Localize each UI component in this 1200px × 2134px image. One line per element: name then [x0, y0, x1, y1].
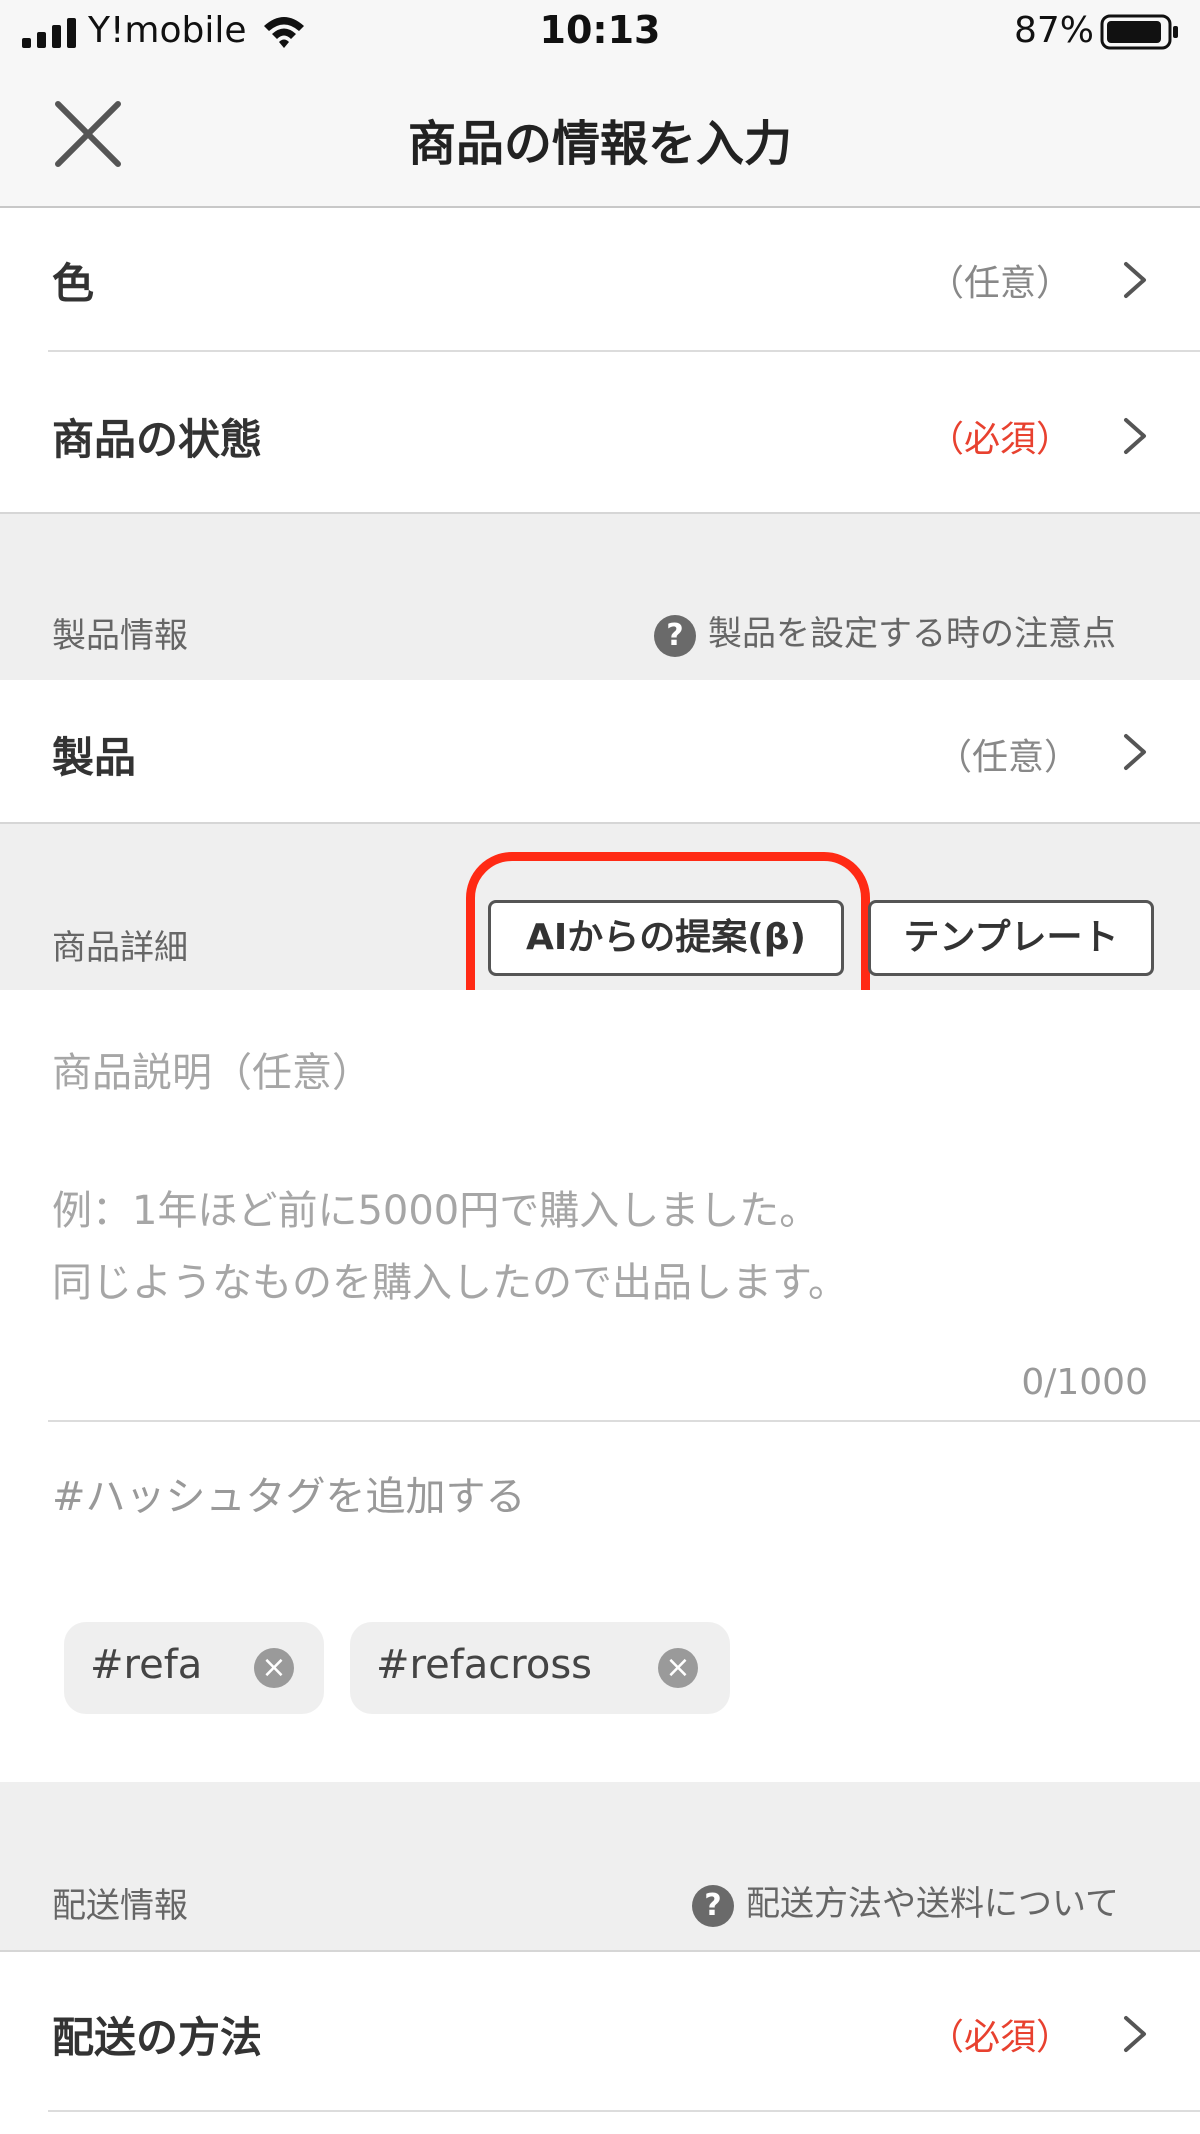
description-placeholder-line1: 例：1年ほど前に5000円で購入しました。 [52, 1188, 820, 1234]
divider [48, 2110, 1200, 2112]
required-hint: （必須） [928, 419, 1073, 460]
battery-icon [1100, 14, 1178, 50]
description-area[interactable]: 商品説明（任意） 例：1年ほど前に5000円で購入しました。 同じようなものを購… [0, 990, 1200, 1420]
page-title: 商品の情報を入力 [407, 116, 792, 172]
product-label: 製品 [52, 733, 137, 782]
description-label: 商品説明（任意） [52, 1050, 372, 1096]
hashtag-text: #refa [90, 1642, 203, 1688]
description-placeholder-line2: 同じようなものを購入したので出品します。 [52, 1260, 848, 1306]
condition-row[interactable]: 商品の状態 （必須） [0, 352, 1200, 510]
product-detail-label: 商品詳細 [52, 928, 188, 968]
ai-suggestion-button[interactable]: AIからの提案(β) [488, 900, 844, 976]
hashtag-prompt[interactable]: #ハッシュタグを追加する [52, 1464, 526, 1522]
condition-label: 商品の状態 [52, 415, 263, 464]
shipping-help-link[interactable]: ? 配送方法や送料について [692, 1876, 1119, 1927]
product-help-link[interactable]: ? 製品を設定する時の注意点 [654, 606, 1116, 657]
chevron-right-icon [1124, 418, 1146, 454]
shipping-method-label: 配送の方法 [52, 2013, 263, 2062]
nav-bar: 商品の情報を入力 [0, 64, 1200, 208]
optional-hint: （任意） [936, 737, 1081, 778]
color-row[interactable]: 色 （任意） [0, 208, 1200, 350]
char-counter: 0/1000 [1021, 1362, 1148, 1403]
battery-percent: 87% [1013, 10, 1094, 51]
status-bar: Y!mobile 10:13 87% [0, 0, 1200, 64]
remove-tag-icon[interactable]: × [254, 1648, 294, 1688]
chevron-right-icon [1124, 262, 1146, 298]
shipping-info-label: 配送情報 [52, 1886, 188, 1926]
shipping-method-row[interactable]: 配送の方法 （必須） [0, 1952, 1200, 2110]
template-button[interactable]: テンプレート [868, 900, 1154, 976]
hashtag-text: #refacross [376, 1642, 592, 1688]
shipping-info-section: 配送情報 ? 配送方法や送料について [0, 1782, 1200, 1952]
remove-tag-icon[interactable]: × [658, 1648, 698, 1688]
hashtag-chip-refacross: #refacross × [350, 1622, 730, 1714]
help-icon: ? [692, 1884, 734, 1927]
product-row[interactable]: 製品 （任意） [0, 680, 1200, 820]
help-icon: ? [654, 614, 696, 657]
optional-hint: （任意） [928, 263, 1073, 304]
hashtag-chip-refa: #refa × [64, 1622, 324, 1714]
required-hint: （必須） [928, 2017, 1073, 2058]
color-label: 色 [52, 259, 95, 308]
shipping-help-text: 配送方法や送料について [746, 1884, 1119, 1924]
product-info-section: 製品情報 ? 製品を設定する時の注意点 [0, 512, 1200, 682]
product-help-text: 製品を設定する時の注意点 [708, 614, 1116, 654]
product-info-label: 製品情報 [52, 616, 188, 656]
chevron-right-icon [1124, 734, 1146, 770]
hashtag-area[interactable]: #ハッシュタグを追加する #refa × #refacross × [0, 1422, 1200, 1782]
chevron-right-icon [1124, 2016, 1146, 2052]
